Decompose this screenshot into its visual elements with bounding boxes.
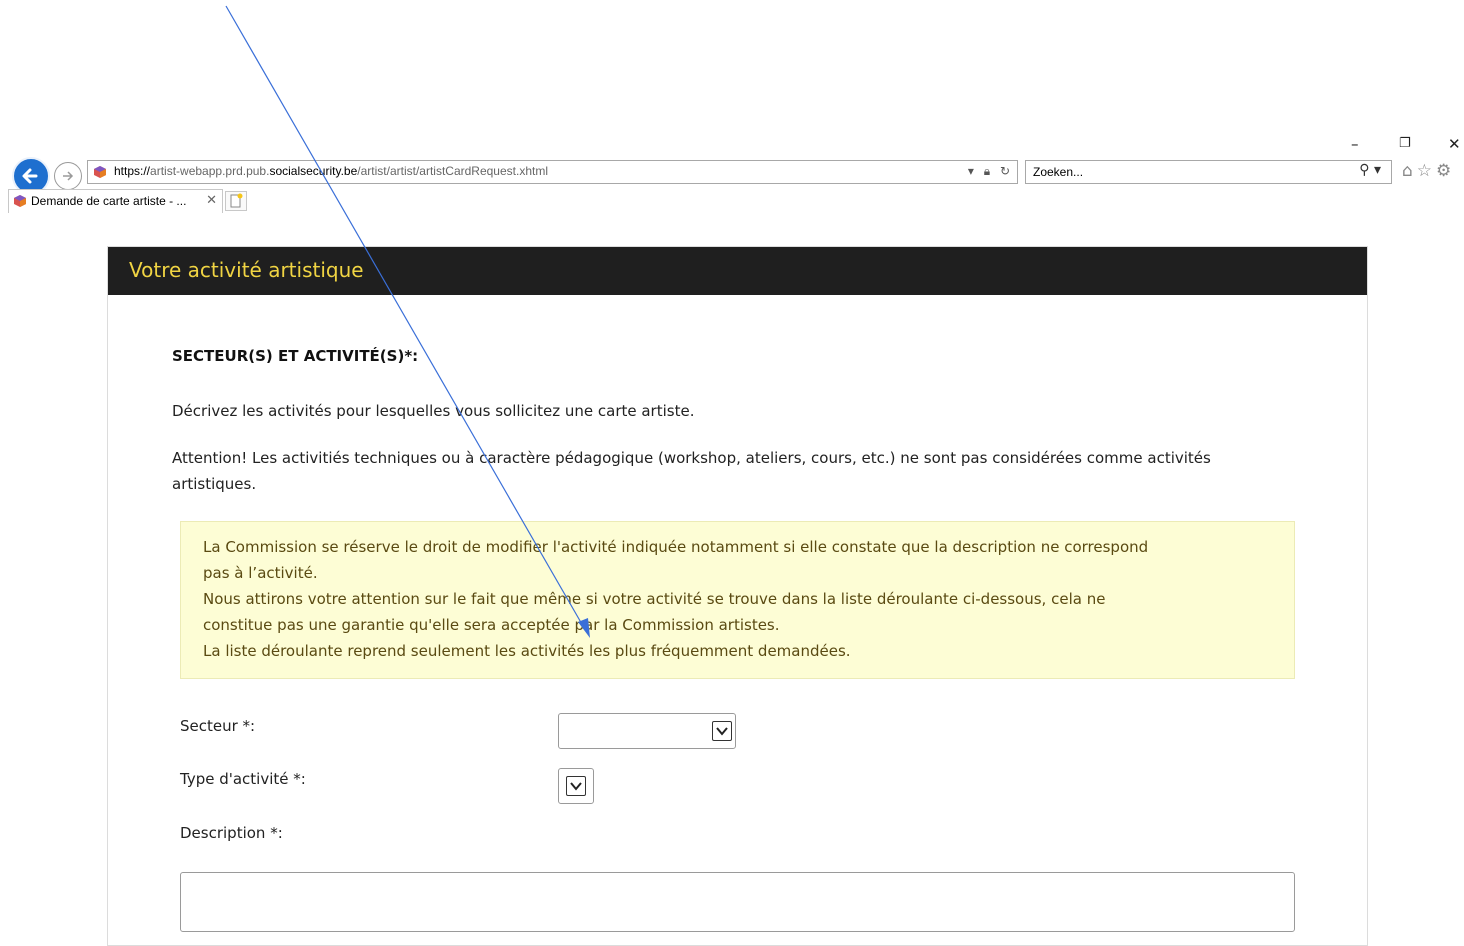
- description-textarea[interactable]: [180, 872, 1295, 932]
- notice-line: constitue pas une garantie qu'elle sera …: [203, 616, 780, 634]
- secteur-select[interactable]: [558, 713, 736, 749]
- new-tab-icon: [230, 193, 243, 208]
- tab-bar: Demande de carte artiste - ... ✕: [0, 189, 1464, 213]
- forward-icon: [63, 171, 74, 181]
- card-title: Votre activité artistique: [129, 258, 364, 282]
- forward-button[interactable]: [54, 162, 82, 190]
- settings-icon[interactable]: ⚙: [1436, 161, 1455, 181]
- notice-line: La liste déroulante reprend seulement le…: [203, 642, 851, 660]
- back-icon: [22, 168, 38, 184]
- home-icon[interactable]: ⌂: [1402, 161, 1417, 181]
- restore-button[interactable]: ❐: [1399, 134, 1411, 154]
- chevron-down-icon[interactable]: [712, 721, 732, 741]
- notice-line: pas à l’activité.: [203, 564, 318, 582]
- notice-box: La Commission se réserve le droit de mod…: [180, 521, 1295, 679]
- close-window-button[interactable]: ✕: [1448, 134, 1461, 154]
- refresh-icon[interactable]: ↻: [1000, 164, 1013, 178]
- section-heading: SECTEUR(S) ET ACTIVITÉ(S)*:: [172, 347, 419, 365]
- minimize-button[interactable]: –: [1351, 134, 1359, 154]
- browser-nav-bar: https://artist-webapp.prd.pub.socialsecu…: [0, 155, 1464, 195]
- address-bar[interactable]: https://artist-webapp.prd.pub.socialsecu…: [87, 160, 1018, 184]
- search-bar[interactable]: Zoeken... ⚲ ▾: [1025, 160, 1392, 184]
- toolbar-icons: ⌂☆⚙: [1402, 161, 1455, 181]
- address-bar-actions: ▾ 🔒︎ ↻: [968, 164, 1013, 179]
- notice-line: Nous attirons votre attention sur le fai…: [203, 590, 1106, 608]
- new-tab-button[interactable]: [225, 191, 247, 211]
- site-favicon-icon: [94, 166, 106, 178]
- dropdown-icon[interactable]: ▾: [968, 164, 977, 178]
- search-input[interactable]: Zoeken...: [1033, 165, 1083, 179]
- favorites-icon[interactable]: ☆: [1417, 161, 1436, 181]
- lock-icon[interactable]: 🔒︎: [984, 164, 993, 178]
- warning-text: Attention! Les activitiés techniques ou …: [172, 449, 1211, 493]
- chevron-down-icon[interactable]: [566, 776, 586, 796]
- secteur-label: Secteur *:: [180, 717, 256, 735]
- url-text: https://artist-webapp.prd.pub.socialsecu…: [114, 164, 548, 178]
- artistic-activity-card: Votre activité artistique SECTEUR(S) ET …: [107, 246, 1368, 946]
- intro-text: Décrivez les activités pour lesquelles v…: [172, 402, 695, 420]
- close-tab-icon[interactable]: ✕: [206, 193, 217, 208]
- tab-active[interactable]: Demande de carte artiste - ... ✕: [8, 189, 223, 213]
- search-icon[interactable]: ⚲ ▾: [1359, 162, 1381, 178]
- card-header: Votre activité artistique: [108, 247, 1367, 295]
- activity-type-select[interactable]: [558, 768, 594, 804]
- tab-favicon-icon: [14, 195, 26, 207]
- tab-title: Demande de carte artiste - ...: [31, 194, 187, 208]
- activity-type-label: Type d'activité *:: [180, 770, 306, 788]
- description-label: Description *:: [180, 824, 283, 842]
- notice-line: La Commission se réserve le droit de mod…: [203, 538, 1149, 556]
